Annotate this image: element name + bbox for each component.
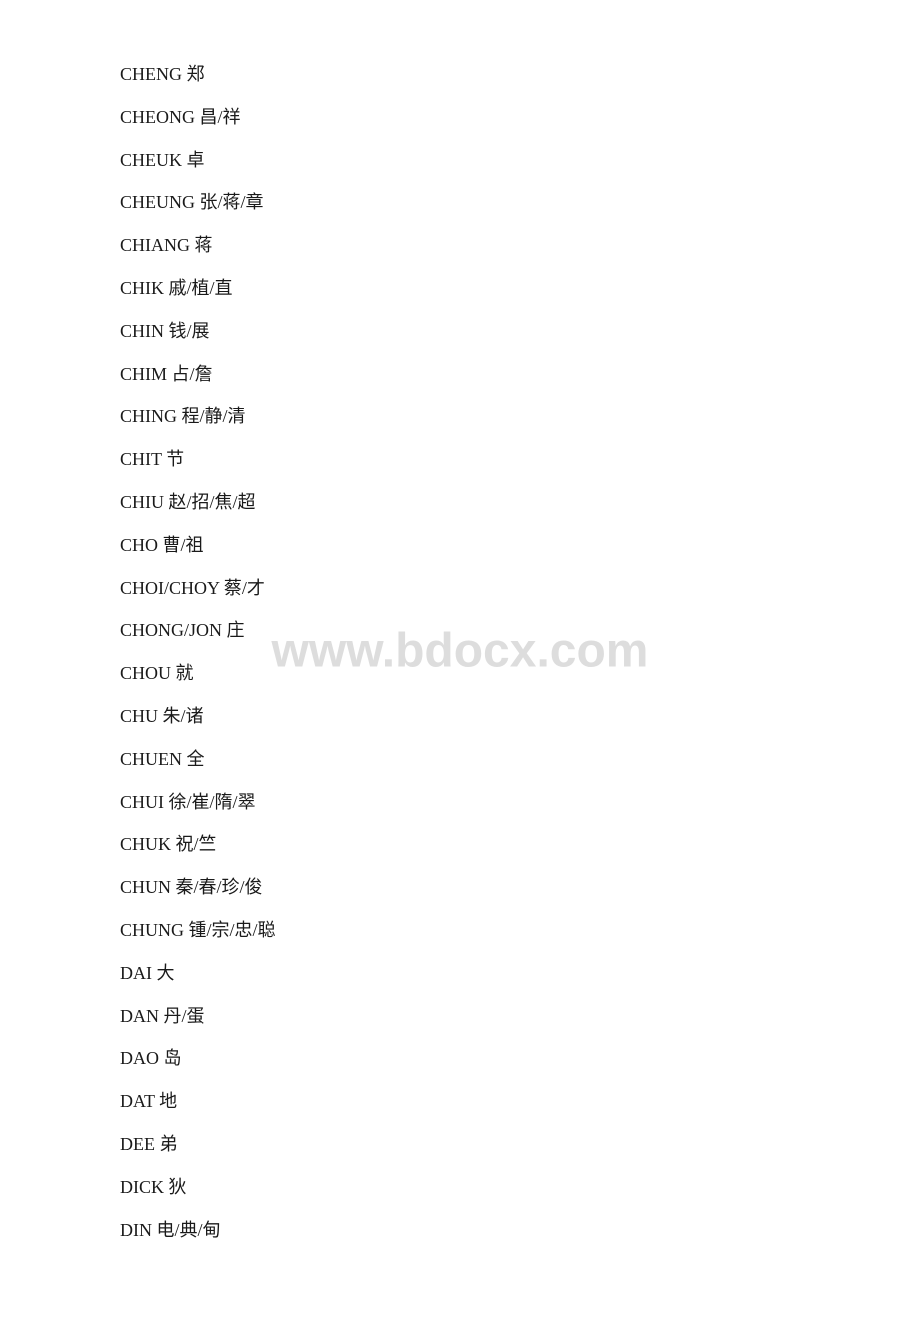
list-item: DAT 地	[120, 1087, 800, 1116]
list-item: CHIK 戚/植/直	[120, 274, 800, 303]
entry-label: DIN 电/典/甸	[120, 1220, 221, 1240]
list-item: CHOI/CHOY 蔡/才	[120, 574, 800, 603]
entry-label: CHOI/CHOY 蔡/才	[120, 578, 265, 598]
list-item: CHUEN 全	[120, 745, 800, 774]
entry-label: CHUN 秦/春/珍/俊	[120, 877, 263, 897]
list-item: CHOU 就	[120, 659, 800, 688]
entry-label: CHO 曹/祖	[120, 535, 204, 555]
entry-label: DICK 狄	[120, 1177, 187, 1197]
list-item: CHEUK 卓	[120, 146, 800, 175]
list-item: CHUNG 锺/宗/忠/聪	[120, 916, 800, 945]
list-item: CHEONG 昌/祥	[120, 103, 800, 132]
entry-label: DAI 大	[120, 963, 175, 983]
entry-label: CHEUK 卓	[120, 150, 205, 170]
list-item: CHU 朱/诸	[120, 702, 800, 731]
entry-label: CHUNG 锺/宗/忠/聪	[120, 920, 276, 940]
list-item: DEE 弟	[120, 1130, 800, 1159]
entry-label: DAO 岛	[120, 1048, 182, 1068]
entry-label: CHIK 戚/植/直	[120, 278, 233, 298]
entry-label: CHUEN 全	[120, 749, 205, 769]
content-area: CHENG 郑 CHEONG 昌/祥 CHEUK 卓 CHEUNG 张/蒋/章 CHIA…	[0, 0, 920, 1318]
entry-label: CHING 程/静/清	[120, 406, 246, 426]
entry-label: CHENG 郑	[120, 64, 205, 84]
entry-label: CHEUNG 张/蒋/章	[120, 192, 264, 212]
list-item: CHIANG 蒋	[120, 231, 800, 260]
entry-label: CHIT 节	[120, 449, 184, 469]
list-item: CHIU 赵/招/焦/超	[120, 488, 800, 517]
list-item: DAI 大	[120, 959, 800, 988]
list-item: CHING 程/静/清	[120, 402, 800, 431]
list-item: CHENG 郑	[120, 60, 800, 89]
entry-label: CHUK 祝/竺	[120, 834, 217, 854]
entry-label: CHIANG 蒋	[120, 235, 213, 255]
list-item: CHUK 祝/竺	[120, 830, 800, 859]
list-item: CHIN 钱/展	[120, 317, 800, 346]
entry-label: CHIN 钱/展	[120, 321, 210, 341]
entry-label: CHIU 赵/招/焦/超	[120, 492, 256, 512]
entry-label: DEE 弟	[120, 1134, 178, 1154]
list-item: CHUN 秦/春/珍/俊	[120, 873, 800, 902]
list-item: CHIT 节	[120, 445, 800, 474]
entry-label: CHUI 徐/崔/隋/翠	[120, 792, 256, 812]
list-item: DAO 岛	[120, 1044, 800, 1073]
list-item: DIN 电/典/甸	[120, 1216, 800, 1245]
list-item: CHO 曹/祖	[120, 531, 800, 560]
entry-label: DAT 地	[120, 1091, 177, 1111]
entry-label: CHONG/JON 庄	[120, 620, 245, 640]
list-item: CHONG/JON 庄	[120, 616, 800, 645]
list-item: DAN 丹/蛋	[120, 1002, 800, 1031]
list-item: CHIM 占/詹	[120, 360, 800, 389]
entry-label: DAN 丹/蛋	[120, 1006, 205, 1026]
entry-label: CHIM 占/詹	[120, 364, 213, 384]
entry-label: CHOU 就	[120, 663, 194, 683]
list-item: DICK 狄	[120, 1173, 800, 1202]
list-item: CHUI 徐/崔/隋/翠	[120, 788, 800, 817]
entry-label: CHU 朱/诸	[120, 706, 204, 726]
entry-label: CHEONG 昌/祥	[120, 107, 241, 127]
list-item: CHEUNG 张/蒋/章	[120, 188, 800, 217]
